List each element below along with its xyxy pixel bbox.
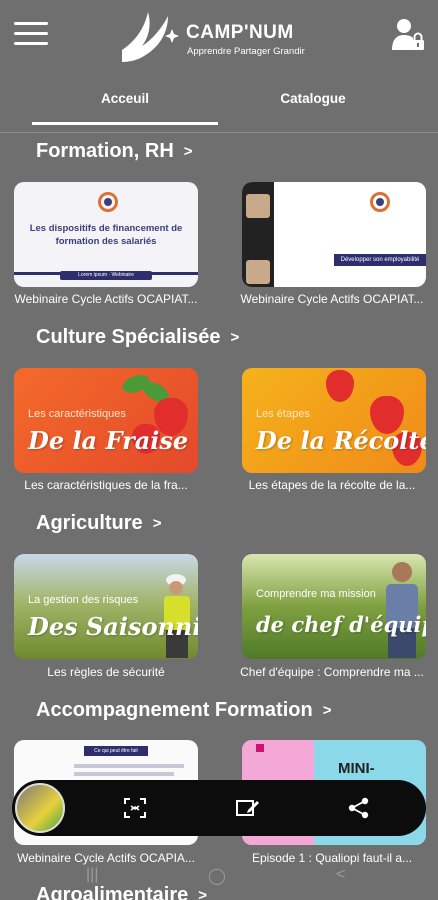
- thumbnail-line: [74, 772, 174, 776]
- chevron-right-icon: >: [152, 515, 162, 532]
- app-tagline: Apprendre Partager Grandir: [187, 46, 305, 57]
- thumbnail-subtitle: La gestion des risques: [28, 594, 139, 606]
- section-title-accompagnement-formation[interactable]: Accompagnement Formation >: [36, 699, 331, 722]
- app-logo: CAMP'NUM Apprendre Partager Grandir: [118, 6, 328, 66]
- screenshot-preview-thumbnail[interactable]: [15, 783, 65, 833]
- thumbnail-text: MINI-: [338, 760, 375, 777]
- user-lock-icon[interactable]: [390, 16, 426, 52]
- video-participants-panel: [242, 182, 274, 287]
- chevron-right-icon: >: [322, 702, 332, 719]
- tab-divider: [0, 132, 438, 133]
- scan-icon[interactable]: [122, 796, 148, 820]
- course-card[interactable]: Développer son employabilité: [242, 182, 426, 287]
- card-caption: Webinaire Cycle Actifs OCAPIAT...: [240, 292, 424, 306]
- card-caption: Webinaire Cycle Actifs OCAPIAT...: [14, 292, 198, 306]
- screenshot-toolbar: [12, 780, 426, 836]
- hamburger-menu-icon[interactable]: [14, 22, 48, 48]
- section-title-label: Accompagnement Formation: [36, 699, 313, 721]
- section-title-label: Formation, RH: [36, 140, 174, 162]
- course-card[interactable]: La gestion des risques Des Saisonniers: [14, 554, 198, 659]
- thumbnail-footer: Lorem ipsum · Webinaire: [60, 271, 152, 280]
- thumbnail-text: Développer son employabilité: [334, 254, 426, 266]
- course-card[interactable]: Comprendre ma mission de chef d'équipe: [242, 554, 426, 659]
- course-card[interactable]: Les caractéristiques De la Fraise: [14, 368, 198, 473]
- recent-apps-icon[interactable]: |||: [86, 866, 98, 884]
- thumbnail-title: De la Récolte: [256, 426, 426, 455]
- section-title-formation-rh[interactable]: Formation, RH >: [36, 140, 193, 163]
- share-icon[interactable]: [346, 796, 372, 820]
- ocapiat-logo-icon: [98, 192, 118, 212]
- course-card[interactable]: Les dispositifs de financement de format…: [14, 182, 198, 287]
- section-title-culture-specialisee[interactable]: Culture Spécialisée >: [36, 326, 239, 349]
- participant-avatar: [246, 260, 270, 284]
- card-caption: Chef d'équipe : Comprendre ma ...: [240, 665, 424, 679]
- course-card[interactable]: Les étapes De la Récolte: [242, 368, 426, 473]
- thumbnail-text: Les dispositifs de financement de format…: [29, 223, 183, 248]
- back-icon[interactable]: <: [336, 866, 345, 884]
- tab-acceuil[interactable]: Acceuil: [32, 80, 218, 124]
- card-caption: Les caractéristiques de la fra...: [24, 478, 188, 492]
- strawberry-icon: [326, 370, 354, 402]
- active-tab-indicator: [32, 122, 218, 125]
- card-caption: Les règles de sécurité: [47, 665, 165, 679]
- ocapiat-logo-icon: [370, 192, 390, 212]
- section-title-label: Agriculture: [36, 512, 143, 534]
- section-title-agriculture[interactable]: Agriculture >: [36, 512, 161, 535]
- chevron-right-icon: >: [198, 887, 208, 900]
- section-title-label: Culture Spécialisée: [36, 326, 221, 348]
- thumbnail-dot: [256, 744, 264, 752]
- system-navigation-bar: ||| ◯ <: [0, 862, 438, 888]
- tab-catalogue[interactable]: Catalogue: [220, 80, 406, 124]
- thumbnail-title: De la Fraise: [28, 426, 189, 455]
- thumbnail-subtitle: Les étapes: [256, 408, 310, 420]
- thumbnail-title: Des Saisonniers: [28, 612, 198, 641]
- thumbnail-subtitle: Les caractéristiques: [28, 408, 126, 420]
- card-caption: Les étapes de la récolte de la...: [248, 478, 416, 492]
- thumbnail-line: [74, 764, 184, 768]
- tab-bar: Acceuil Catalogue: [0, 80, 438, 128]
- chevron-right-icon: >: [230, 329, 240, 346]
- worker-figure-icon: [386, 562, 418, 658]
- app-title: CAMP'NUM: [186, 22, 294, 43]
- home-icon[interactable]: ◯: [208, 866, 226, 886]
- chevron-right-icon: >: [183, 143, 193, 160]
- thumbnail-title: de chef d'équipe: [256, 612, 426, 637]
- thumbnail-subtitle: Comprendre ma mission: [256, 588, 376, 600]
- participant-avatar: [246, 194, 270, 218]
- app-header: CAMP'NUM Apprendre Partager Grandir: [0, 0, 438, 78]
- thumbnail-text: Ce qui peut être fait: [84, 746, 148, 756]
- edit-screenshot-icon[interactable]: [234, 796, 260, 820]
- bird-logo-icon: [122, 12, 179, 62]
